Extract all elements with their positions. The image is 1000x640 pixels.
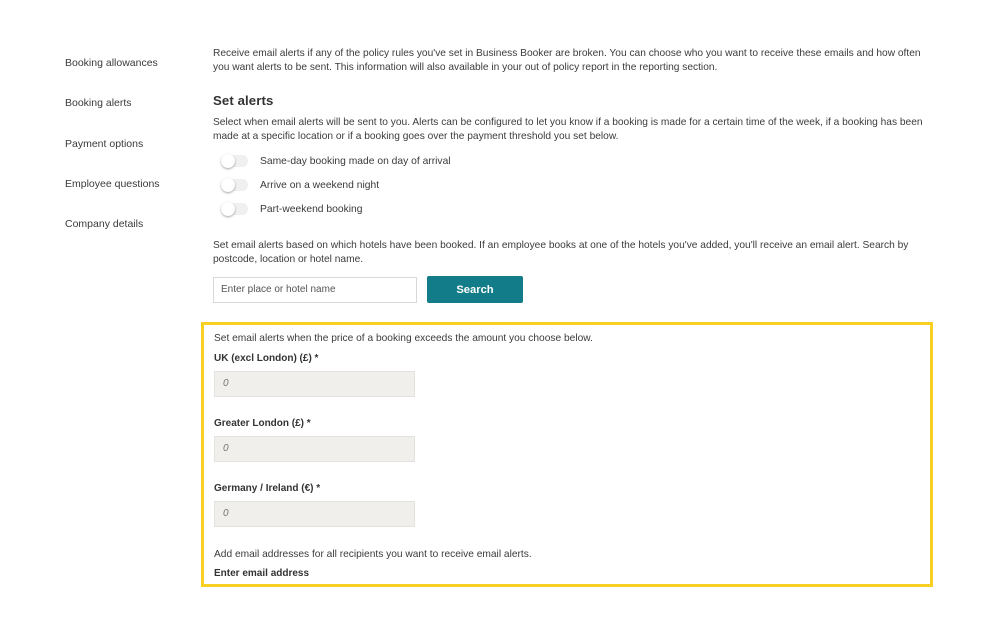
settings-sidebar: Booking allowances Booking alerts Paymen… — [65, 56, 195, 257]
price-threshold-content: Set email alerts when the price of a boo… — [214, 332, 593, 579]
search-button[interactable]: Search — [427, 276, 523, 303]
sidebar-item-booking-allowances[interactable]: Booking allowances — [65, 56, 195, 96]
recipients-description: Add email addresses for all recipients y… — [214, 548, 532, 560]
intro-text: Receive email alerts if any of the polic… — [213, 48, 921, 73]
sidebar-item-payment-options[interactable]: Payment options — [65, 137, 195, 177]
price-threshold-description: Set email alerts when the price of a boo… — [214, 333, 593, 344]
toggle-row-part-weekend: Part-weekend booking — [221, 197, 943, 221]
toggle-knob — [221, 202, 235, 216]
germany-ireland-input[interactable] — [214, 500, 415, 527]
hotel-search-row: Search — [213, 276, 943, 303]
toggle-knob — [221, 178, 235, 192]
weekend-night-toggle[interactable] — [221, 178, 248, 192]
part-weekend-toggle[interactable] — [221, 202, 248, 216]
toggle-label: Part-weekend booking — [260, 203, 363, 215]
hotel-alerts-description: Set email alerts based on which hotels h… — [213, 240, 909, 265]
toggle-knob — [221, 154, 235, 168]
toggle-label: Arrive on a weekend night — [260, 179, 380, 191]
greater-london-input[interactable] — [214, 435, 415, 462]
greater-london-label: Greater London (£) * — [214, 417, 311, 429]
booking-alerts-page: Booking allowances Booking alerts Paymen… — [0, 0, 1000, 640]
alert-toggles: Same-day booking made on day of arrival … — [221, 149, 943, 221]
same-day-booking-toggle[interactable] — [221, 154, 248, 168]
sidebar-item-booking-alerts[interactable]: Booking alerts — [65, 96, 195, 136]
email-address-label: Enter email address — [214, 568, 310, 579]
main-content: Receive email alerts if any of the polic… — [213, 47, 943, 303]
germany-ireland-label: Germany / Ireland (€) * — [214, 482, 321, 494]
uk-excl-london-input[interactable] — [214, 370, 415, 397]
sidebar-item-employee-questions[interactable]: Employee questions — [65, 177, 195, 217]
alerts-description: Select when email alerts will be sent to… — [213, 117, 923, 142]
sidebar-item-company-details[interactable]: Company details — [65, 217, 195, 257]
set-alerts-heading: Set alerts — [213, 93, 274, 108]
toggle-row-weekend-night: Arrive on a weekend night — [221, 173, 943, 197]
uk-excl-london-label: UK (excl London) (£) * — [214, 352, 319, 364]
hotel-search-input[interactable] — [213, 276, 417, 303]
toggle-row-same-day: Same-day booking made on day of arrival — [221, 149, 943, 173]
price-threshold-section: Set email alerts when the price of a boo… — [201, 322, 933, 587]
toggle-label: Same-day booking made on day of arrival — [260, 155, 451, 167]
